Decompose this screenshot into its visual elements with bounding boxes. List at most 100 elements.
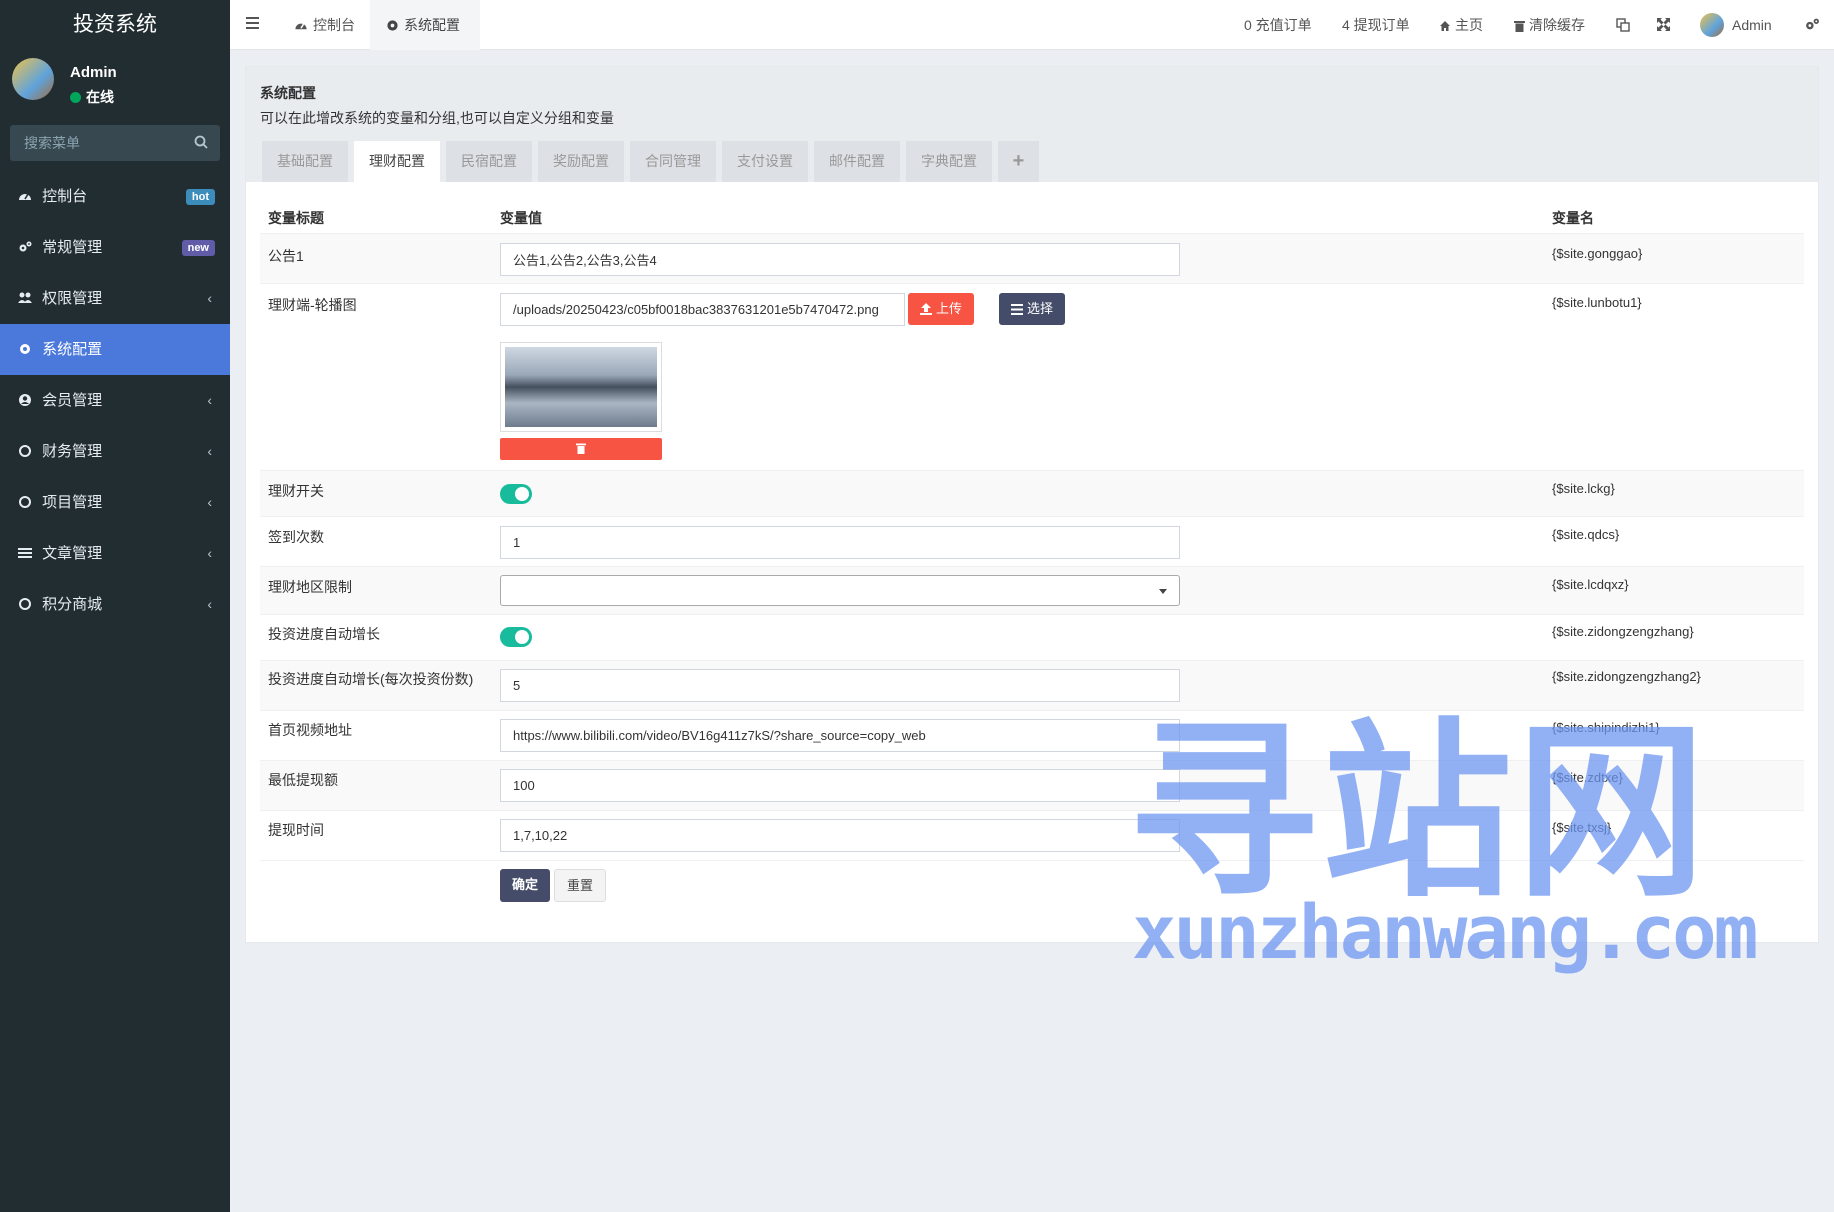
row-title: 理财地区限制 (268, 579, 352, 595)
menu-search-input[interactable] (10, 125, 220, 161)
gear-icon (20, 344, 30, 354)
upload-label: 上传 (936, 301, 963, 316)
header-title: 变量标题 (268, 210, 324, 226)
add-tab-button[interactable]: + (998, 141, 1039, 182)
sidebar-item-articles[interactable]: 文章管理 ‹ (0, 528, 230, 579)
circle-icon (19, 598, 31, 610)
withdraw-time-input[interactable] (500, 819, 1180, 852)
choose-button[interactable]: 选择 (999, 293, 1066, 325)
header-user-name[interactable]: Admin (1732, 0, 1772, 50)
row-title: 理财开关 (268, 483, 324, 499)
sidebar-menu: 控制台 hot 常规管理 new 权限管理 ‹ 系统配置 会员管理 ‹ 财务管理… (0, 171, 230, 630)
table-row: 签到次数 {$site.qdcs} (260, 516, 1804, 566)
avatar (12, 58, 54, 100)
row-title: 理财端-轮播图 (268, 297, 357, 313)
dashboard-icon (19, 193, 31, 200)
sidebar-item-label: 积分商城 (42, 596, 103, 613)
tab-mail-config[interactable]: 邮件配置 (814, 141, 900, 182)
row-title: 最低提现额 (268, 772, 338, 788)
sidebar-item-points-mall[interactable]: 积分商城 ‹ (0, 579, 230, 630)
row-title: 首页视频地址 (268, 722, 352, 738)
sidebar-item-general[interactable]: 常规管理 new (0, 222, 230, 273)
avatar[interactable] (1700, 13, 1724, 37)
withdraw-orders-link[interactable]: 4 提现订单 (1342, 0, 1410, 50)
dashboard-icon (295, 23, 307, 30)
fullscreen-icon[interactable] (1657, 18, 1670, 31)
trash-icon (576, 443, 586, 454)
translate-icon[interactable] (1616, 18, 1630, 32)
min-withdraw-input[interactable] (500, 769, 1180, 802)
sidebar-item-label: 项目管理 (42, 494, 103, 511)
online-dot-icon (70, 92, 81, 103)
row-title: 公告1 (268, 248, 304, 264)
tab-label: 控制台 (313, 17, 355, 33)
row-var-name: {$site.zidongzengzhang2} (1552, 669, 1701, 684)
chevron-left-icon: ‹ (207, 545, 212, 561)
circle-icon (19, 496, 31, 508)
tab-reward-config[interactable]: 奖励配置 (538, 141, 624, 182)
user-circle-icon (19, 394, 31, 406)
tab-dashboard[interactable]: 控制台 (278, 0, 371, 50)
page-title: 系统配置 (260, 85, 316, 101)
table-row: 理财端-轮播图 上传 选择 {$site.lunbotu1} (260, 283, 1804, 470)
sidebar-item-system-config[interactable]: 系统配置 (0, 324, 230, 375)
cogs-icon[interactable] (1804, 17, 1820, 32)
watermark-text-cn: 寻站网 (1128, 702, 1711, 923)
users-icon (18, 292, 32, 303)
tab-payment-settings[interactable]: 支付设置 (722, 141, 808, 182)
table-row: 公告1 {$site.gonggao} (260, 233, 1804, 283)
header-value: 变量值 (500, 210, 542, 226)
row-title: 投资进度自动增长(每次投资份数) (268, 671, 474, 687)
region-limit-select[interactable] (500, 575, 1180, 606)
chevron-left-icon: ‹ (207, 494, 212, 510)
list-icon (1011, 304, 1023, 315)
row-title: 提现时间 (268, 822, 324, 838)
home-icon (1440, 21, 1450, 31)
tab-dictionary-config[interactable]: 字典配置 (906, 141, 992, 182)
user-status: 在线 (70, 87, 114, 107)
tab-finance-config[interactable]: 理财配置 (354, 141, 440, 182)
sidebar-item-dashboard[interactable]: 控制台 hot (0, 171, 230, 222)
confirm-button[interactable]: 确定 (500, 869, 551, 902)
row-var-name: {$site.gonggao} (1552, 246, 1643, 261)
tab-contract-management[interactable]: 合同管理 (630, 141, 716, 182)
upload-button[interactable]: 上传 (908, 293, 975, 325)
app-logo-title[interactable]: 投资系统 (0, 0, 230, 50)
tab-basic-config[interactable]: 基础配置 (262, 141, 348, 182)
notice-input[interactable] (500, 243, 1180, 276)
sidebar-item-label: 财务管理 (42, 443, 103, 460)
header-name: 变量名 (1552, 210, 1594, 226)
page-description: 可以在此增改系统的变量和分组,也可以自定义分组和变量 (260, 110, 614, 126)
auto-progress-toggle[interactable] (500, 627, 532, 647)
menu-toggle-icon[interactable] (246, 17, 259, 29)
home-link[interactable]: 主页 (1439, 0, 1483, 50)
sidebar-item-permissions[interactable]: 权限管理 ‹ (0, 273, 230, 324)
sidebar-item-label: 系统配置 (42, 341, 103, 358)
cogs-icon (19, 241, 32, 252)
clear-cache-button[interactable]: 清除缓存 (1514, 0, 1585, 50)
sidebar-item-label: 常规管理 (42, 239, 103, 256)
delete-image-button[interactable] (500, 438, 662, 460)
carousel-image-thumbnail[interactable] (500, 342, 662, 432)
gear-icon (387, 20, 398, 31)
auto-progress-shares-input[interactable] (500, 669, 1180, 702)
table-row: 投资进度自动增长 {$site.zidongzengzhang} (260, 614, 1804, 660)
home-video-url-input[interactable] (500, 719, 1180, 752)
carousel-image-path-input[interactable] (500, 293, 905, 326)
finance-switch-toggle[interactable] (500, 484, 532, 504)
sidebar-item-members[interactable]: 会员管理 ‹ (0, 375, 230, 426)
row-var-name: {$site.zidongzengzhang} (1552, 624, 1694, 639)
sidebar-item-label: 控制台 (42, 188, 88, 205)
chevron-left-icon: ‹ (207, 392, 212, 408)
tab-label: 系统配置 (404, 17, 460, 33)
table-row: 理财地区限制 {$site.lcdqxz} (260, 566, 1804, 614)
tab-homestay-config[interactable]: 民宿配置 (446, 141, 532, 182)
checkin-count-input[interactable] (500, 526, 1180, 559)
tab-system-config[interactable]: 系统配置 (370, 0, 480, 50)
search-icon[interactable] (194, 135, 208, 149)
recharge-orders-link[interactable]: 0 充值订单 (1244, 0, 1312, 50)
sidebar-item-finance[interactable]: 财务管理 ‹ (0, 426, 230, 477)
user-status-label: 在线 (86, 89, 114, 105)
reset-button[interactable]: 重置 (554, 869, 607, 902)
sidebar-item-projects[interactable]: 项目管理 ‹ (0, 477, 230, 528)
